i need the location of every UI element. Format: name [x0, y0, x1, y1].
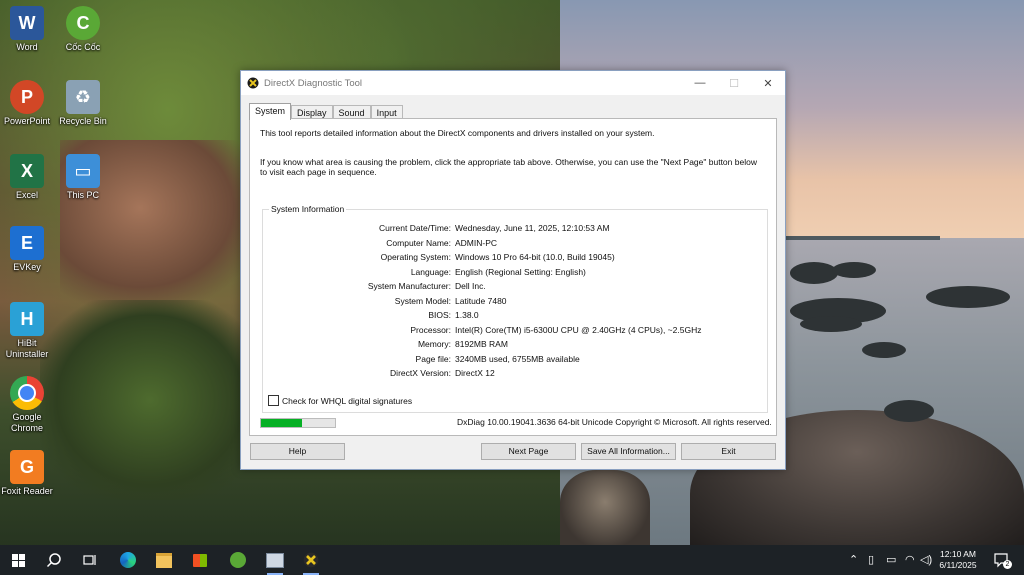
wallpaper-rock: [884, 400, 934, 422]
info-row-language: Language: English (Regional Setting: Eng…: [410, 266, 586, 277]
chrome-icon: [10, 376, 44, 410]
wallpaper-rock: [832, 262, 876, 278]
wallpaper-moss: [40, 300, 260, 500]
info-row-os: Operating System: Windows 10 Pro 64-bit …: [380, 252, 615, 262]
info-row-memory: Memory: 8192MB RAM: [417, 339, 508, 349]
search-icon: [46, 553, 61, 568]
hibit-uninstaller-icon: H: [10, 302, 44, 336]
desktop-icon-chrome[interactable]: Google Chrome: [0, 376, 57, 434]
task-view-button[interactable]: [79, 549, 101, 571]
clock-time: 12:10 AM: [940, 549, 976, 559]
directx-icon: [247, 77, 259, 89]
info-row-processor: Processor: Intel(R) Core(TM) i5-6300U CP…: [410, 324, 702, 335]
powerpoint-icon: P: [10, 80, 44, 114]
desktop-icon-word[interactable]: W Word: [0, 6, 57, 53]
instructions-text: If you know what area is causing the pro…: [260, 157, 757, 177]
minimize-button[interactable]: —: [683, 71, 717, 95]
taskbar-file-explorer[interactable]: [153, 549, 175, 571]
info-row-model: System Model: Latitude 7480: [394, 295, 507, 306]
evkey-icon: E: [10, 226, 44, 260]
desktop-icon-evkey[interactable]: E EVKey: [0, 226, 57, 273]
wifi-icon[interactable]: ◠: [905, 553, 915, 566]
desktop-icon-powerpoint[interactable]: P PowerPoint: [0, 80, 57, 127]
desktop-icon-excel[interactable]: X Excel: [0, 154, 57, 201]
wallpaper-rock: [862, 342, 906, 358]
battery-icon[interactable]: ▭: [886, 553, 896, 566]
system-tab-panel: This tool reports detailed information a…: [249, 118, 777, 436]
system-information-group: System Information Current Date/Time: We…: [262, 204, 768, 413]
info-row-directx-version: DirectX Version: DirectX 12: [390, 368, 495, 378]
desktop-icon-hibit[interactable]: H HiBit Uninstaller: [0, 302, 57, 360]
word-icon: W: [10, 6, 44, 40]
desktop-icon-this-pc[interactable]: ▭ This PC: [53, 154, 113, 201]
taskbar: ⌃ ▯ ▭ ◠ ◁) 12:10 AM 6/11/2025 2: [0, 545, 1024, 575]
desktop-icon-coccoc[interactable]: C Cốc Cốc: [53, 6, 113, 53]
close-button[interactable]: ✕: [751, 71, 785, 95]
taskbar-coccoc[interactable]: [227, 549, 249, 571]
checkbox-box[interactable]: [268, 395, 279, 406]
folder-icon: [156, 552, 172, 568]
copyright-text: DxDiag 10.00.19041.3636 64-bit Unicode C…: [457, 417, 772, 427]
exit-button[interactable]: Exit: [681, 443, 776, 460]
window-title: DirectX Diagnostic Tool: [264, 77, 363, 89]
taskbar-dxdiag[interactable]: [300, 549, 322, 575]
wallpaper-shoreline: [780, 236, 940, 240]
clock-date: 6/11/2025: [939, 560, 977, 570]
wallpaper-rock-small: [560, 470, 650, 550]
tab-strip: System Display Sound Input: [249, 103, 403, 120]
chevron-up-icon[interactable]: ⌃: [849, 553, 858, 566]
progress-fill: [261, 419, 302, 427]
tablet-icon[interactable]: ▯: [868, 553, 874, 566]
save-all-information-button[interactable]: Save All Information...: [581, 443, 676, 460]
window-icon: [266, 552, 284, 568]
store-icon: [193, 553, 207, 567]
start-button[interactable]: [7, 549, 29, 571]
info-row-computer-name: Computer Name: ADMIN-PC: [386, 237, 498, 248]
edge-icon: [120, 552, 136, 568]
foxit-reader-icon: G: [10, 450, 44, 484]
title-bar[interactable]: DirectX Diagnostic Tool — ☐ ✕: [241, 71, 785, 95]
wallpaper-rock: [926, 286, 1010, 308]
intro-text: This tool reports detailed information a…: [260, 128, 655, 138]
taskbar-app-window[interactable]: [264, 549, 286, 575]
notification-center-button[interactable]: 2: [990, 549, 1012, 571]
search-button[interactable]: [43, 549, 65, 571]
taskbar-store[interactable]: [189, 549, 211, 571]
info-row-manufacturer: System Manufacturer: Dell Inc.: [367, 281, 486, 291]
help-button[interactable]: Help: [250, 443, 345, 460]
tab-system[interactable]: System: [249, 103, 292, 120]
info-row-page-file: Page file: 3240MB used, 6755MB available: [415, 353, 580, 364]
wallpaper-rock: [800, 316, 862, 332]
wallpaper-rock: [790, 262, 838, 284]
next-page-button[interactable]: Next Page: [481, 443, 576, 460]
dxdiag-window: DirectX Diagnostic Tool — ☐ ✕ System Dis…: [240, 70, 786, 470]
coccoc-icon: [230, 552, 246, 568]
maximize-button[interactable]: ☐: [717, 71, 751, 95]
info-row-bios: BIOS: 1.38.0: [428, 310, 479, 320]
taskbar-edge[interactable]: [117, 549, 139, 571]
whql-checkbox[interactable]: Check for WHQL digital signatures: [268, 395, 412, 406]
clock[interactable]: 12:10 AM 6/11/2025: [930, 549, 986, 571]
excel-icon: X: [10, 154, 44, 188]
info-row-date: Current Date/Time: Wednesday, June 11, 2…: [379, 223, 610, 233]
task-view-icon: [83, 555, 96, 565]
notification-count-badge: 2: [1003, 560, 1012, 569]
windows-logo-icon: [11, 553, 25, 567]
recycle-bin-icon: ♻: [66, 80, 100, 114]
computer-icon: ▭: [66, 154, 100, 188]
coccoc-icon: C: [66, 6, 100, 40]
desktop-icon-recycle-bin[interactable]: ♻ Recycle Bin: [53, 80, 113, 127]
desktop-icon-foxit[interactable]: G Foxit Reader: [0, 450, 57, 497]
progress-bar: [260, 418, 336, 428]
group-label: System Information: [269, 204, 347, 214]
directx-icon: [303, 552, 319, 568]
